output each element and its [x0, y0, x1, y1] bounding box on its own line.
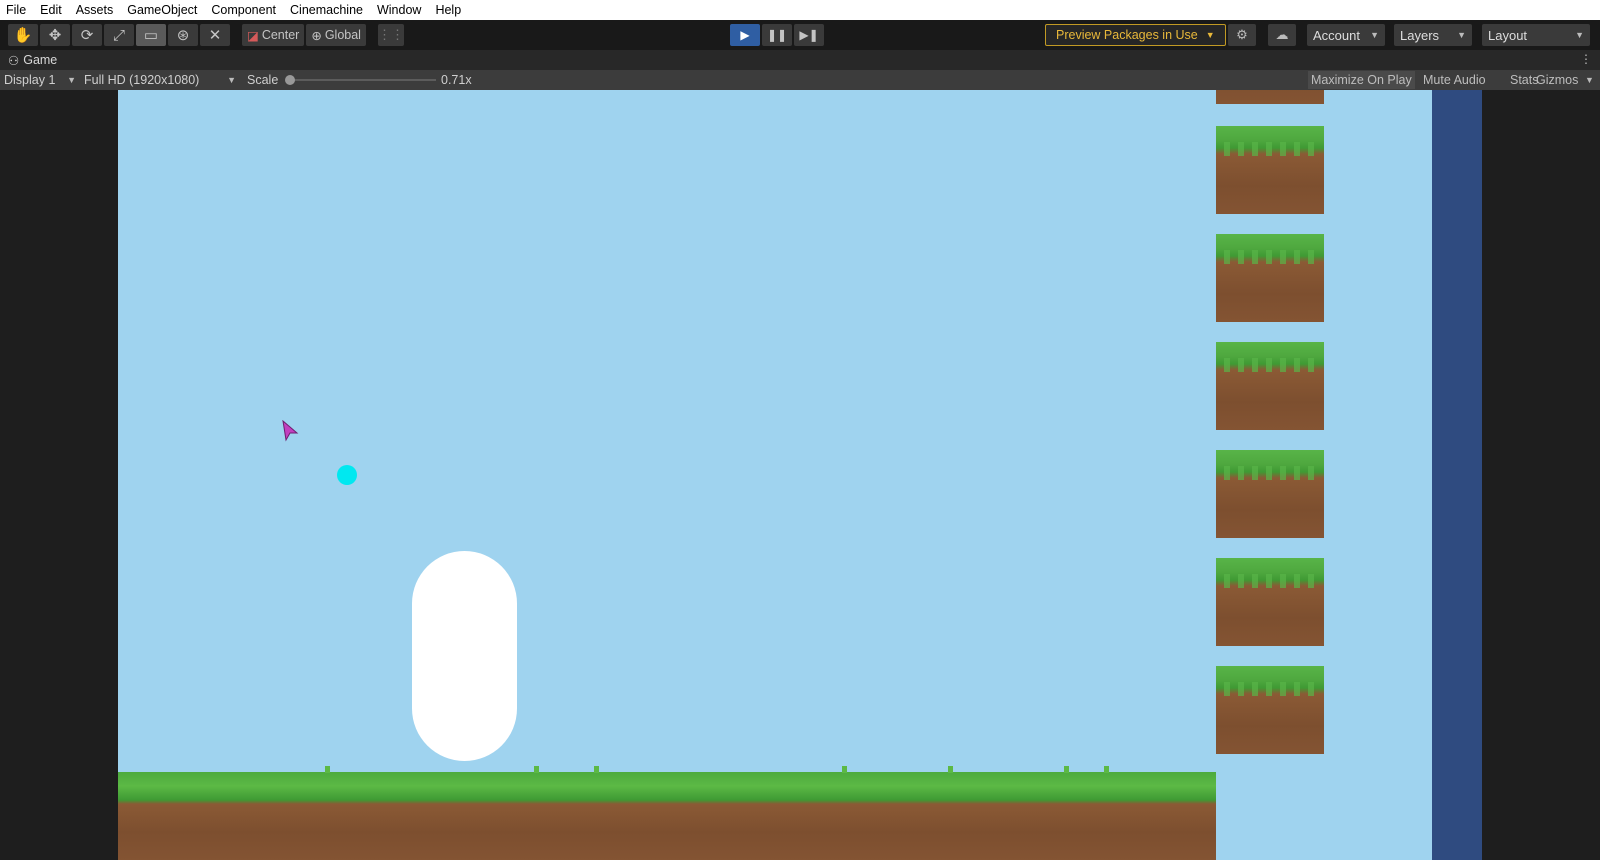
right-wall	[1432, 90, 1482, 860]
mute-audio-toggle[interactable]: Mute Audio	[1420, 71, 1489, 89]
scale-value: 0.71x	[441, 73, 472, 87]
account-label: Account	[1313, 27, 1360, 43]
menu-component[interactable]: Component	[211, 3, 276, 17]
grass-tuft	[1064, 766, 1069, 773]
tab-game[interactable]: ⚇ Game	[0, 50, 66, 70]
chevron-down-icon[interactable]: ▼	[1585, 75, 1594, 85]
cloud-icon[interactable]: ☁	[1268, 24, 1296, 46]
gizmos-toggle[interactable]: Gizmos	[1533, 71, 1581, 89]
play-controls: ▶ ❚❚ ▶❚	[730, 24, 824, 46]
resolution-label: Full HD (1920x1080)	[84, 73, 200, 87]
chevron-down-icon: ▼	[1370, 30, 1379, 40]
gamepad-icon: ⚇	[8, 53, 20, 68]
maximize-on-play-toggle[interactable]: Maximize On Play	[1308, 71, 1415, 89]
display-label: Display 1	[4, 73, 56, 87]
layers-dropdown[interactable]: Layers ▼	[1394, 24, 1472, 46]
layout-label: Layout	[1488, 27, 1528, 43]
grass-tile	[1216, 666, 1324, 754]
grass-tuft	[948, 766, 953, 773]
preview-packages-dropdown[interactable]: Preview Packages in Use ▼	[1045, 24, 1226, 46]
rect-tool-icon[interactable]: ▭	[136, 24, 166, 46]
chevron-down-icon: ▼	[1205, 30, 1215, 40]
grass-tile	[1216, 558, 1324, 646]
ground-platform	[118, 772, 1216, 860]
pivot-controls: ◪ Center ⊕ Global	[242, 24, 366, 46]
grass-tuft	[534, 766, 539, 773]
grass-tile	[1216, 450, 1324, 538]
grass-tuft	[325, 766, 330, 773]
pause-button[interactable]: ❚❚	[762, 24, 792, 46]
pivot-mode-button[interactable]: ◪ Center	[242, 24, 305, 46]
account-dropdown[interactable]: Account ▼	[1307, 24, 1385, 46]
chevron-down-icon: ▼	[1457, 30, 1466, 40]
grass-tile	[1216, 90, 1324, 104]
projectile	[337, 465, 357, 485]
scale-label: Scale	[247, 73, 279, 87]
game-screen[interactable]	[118, 90, 1482, 860]
step-icon: ▶❚	[799, 28, 819, 42]
game-viewport	[0, 90, 1600, 860]
scale-tool-icon[interactable]: ⤢	[104, 24, 134, 46]
aim-cursor-icon	[282, 420, 299, 442]
grid-snap-icon[interactable]: ⋮⋮	[378, 24, 404, 46]
play-icon: ▶	[740, 28, 750, 42]
rotate-tool-icon[interactable]: ⟳	[72, 24, 102, 46]
grass-tile	[1216, 342, 1324, 430]
pivot-rotation-button[interactable]: ⊕ Global	[306, 24, 366, 46]
scale-slider-handle[interactable]	[285, 75, 295, 85]
tab-game-label: Game	[23, 53, 58, 67]
services-settings-icon[interactable]: ⚙	[1228, 24, 1256, 46]
pivot-center-icon: ◪	[247, 28, 259, 43]
custom-tool-icon[interactable]: ✕	[200, 24, 230, 46]
pivot-mode-label: Center	[261, 28, 300, 42]
pivot-rotation-label: Global	[324, 28, 361, 42]
menu-gameobject[interactable]: GameObject	[127, 3, 197, 17]
grass-tuft	[1104, 766, 1109, 773]
menu-file[interactable]: File	[6, 3, 26, 17]
pause-icon: ❚❚	[766, 28, 788, 42]
step-button[interactable]: ▶❚	[794, 24, 824, 46]
menu-cinemachine[interactable]: Cinemachine	[290, 3, 363, 17]
scale-slider-track[interactable]	[288, 79, 436, 81]
resolution-dropdown[interactable]: Full HD (1920x1080) ▼	[84, 70, 236, 90]
transform-tools: ✋ ✥ ⟳ ⤢ ▭ ⊛ ✕	[8, 24, 230, 46]
main-toolbar: ✋ ✥ ⟳ ⤢ ▭ ⊛ ✕ ◪ Center ⊕ Global ⋮⋮ ▶ ❚❚ …	[0, 20, 1600, 50]
hand-tool-icon[interactable]: ✋	[8, 24, 38, 46]
preview-packages-label: Preview Packages in Use	[1056, 28, 1198, 42]
menu-edit[interactable]: Edit	[40, 3, 62, 17]
layout-dropdown[interactable]: Layout ▼	[1482, 24, 1590, 46]
grass-tile	[1216, 126, 1324, 214]
menu-window[interactable]: Window	[377, 3, 421, 17]
player-capsule	[412, 551, 517, 761]
chevron-down-icon: ▼	[1575, 30, 1584, 40]
globe-icon: ⊕	[311, 28, 322, 43]
display-dropdown[interactable]: Display 1 ▼	[4, 70, 76, 90]
play-button[interactable]: ▶	[730, 24, 760, 46]
menu-bar: File Edit Assets GameObject Component Ci…	[0, 0, 1600, 20]
grass-tuft	[842, 766, 847, 773]
chevron-down-icon: ▼	[67, 75, 76, 85]
grass-tuft	[594, 766, 599, 773]
layers-label: Layers	[1400, 27, 1440, 43]
grass-tile	[1216, 234, 1324, 322]
chevron-down-icon: ▼	[227, 75, 236, 85]
transform-tool-icon[interactable]: ⊛	[168, 24, 198, 46]
menu-help[interactable]: Help	[435, 3, 461, 17]
kebab-menu-icon[interactable]: ⋮	[1580, 52, 1592, 66]
window-tab-row: ⚇ Game ⋮	[0, 50, 1600, 70]
move-tool-icon[interactable]: ✥	[40, 24, 70, 46]
menu-assets[interactable]: Assets	[76, 3, 114, 17]
game-view-bar: Display 1 ▼ Full HD (1920x1080) ▼ Scale …	[0, 70, 1600, 90]
